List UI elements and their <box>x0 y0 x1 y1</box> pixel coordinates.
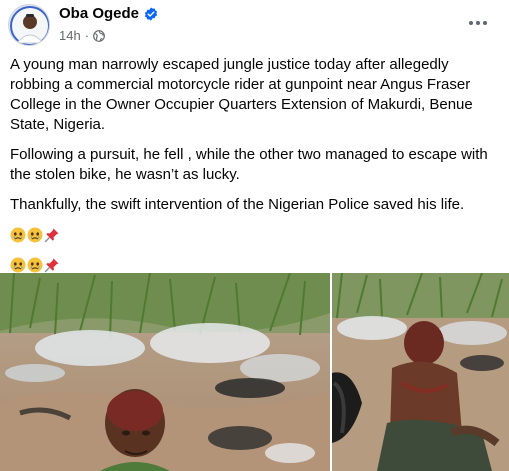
post-header: Oba Ogede 14h · <box>0 0 509 50</box>
emoji-line <box>10 225 500 245</box>
facebook-post: Oba Ogede 14h · A young man narrowly esc… <box>0 0 509 471</box>
post-message: A young man narrowly escaped jungle just… <box>10 55 500 285</box>
meta-separator: · <box>84 28 90 43</box>
emoji-line <box>10 255 500 275</box>
author-avatar[interactable] <box>8 4 50 46</box>
post-photo-2[interactable] <box>332 273 509 471</box>
author-name: Oba Ogede <box>59 5 140 22</box>
pushpin-emoji <box>44 228 59 243</box>
author-name-link[interactable]: Oba Ogede <box>59 5 158 22</box>
post-paragraph: Following a pursuit, he fell , while the… <box>10 146 488 183</box>
post-paragraph: Thankfully, the swift intervention of th… <box>10 196 465 213</box>
globe-icon[interactable] <box>93 29 105 42</box>
post-photo-grid <box>0 273 509 471</box>
crying-face-emoji <box>27 227 43 243</box>
more-options-icon <box>469 21 473 25</box>
post-paragraph: A young man narrowly escaped jungle just… <box>10 56 473 133</box>
more-options-button[interactable] <box>461 6 495 40</box>
crying-face-emoji <box>10 257 26 273</box>
post-timestamp[interactable]: 14h <box>59 28 81 43</box>
post-photo-1[interactable] <box>0 273 330 471</box>
crying-face-emoji <box>27 257 43 273</box>
post-meta: 14h · <box>59 28 105 43</box>
verified-badge-icon <box>144 6 158 21</box>
crying-face-emoji <box>10 227 26 243</box>
pushpin-emoji <box>44 258 59 273</box>
